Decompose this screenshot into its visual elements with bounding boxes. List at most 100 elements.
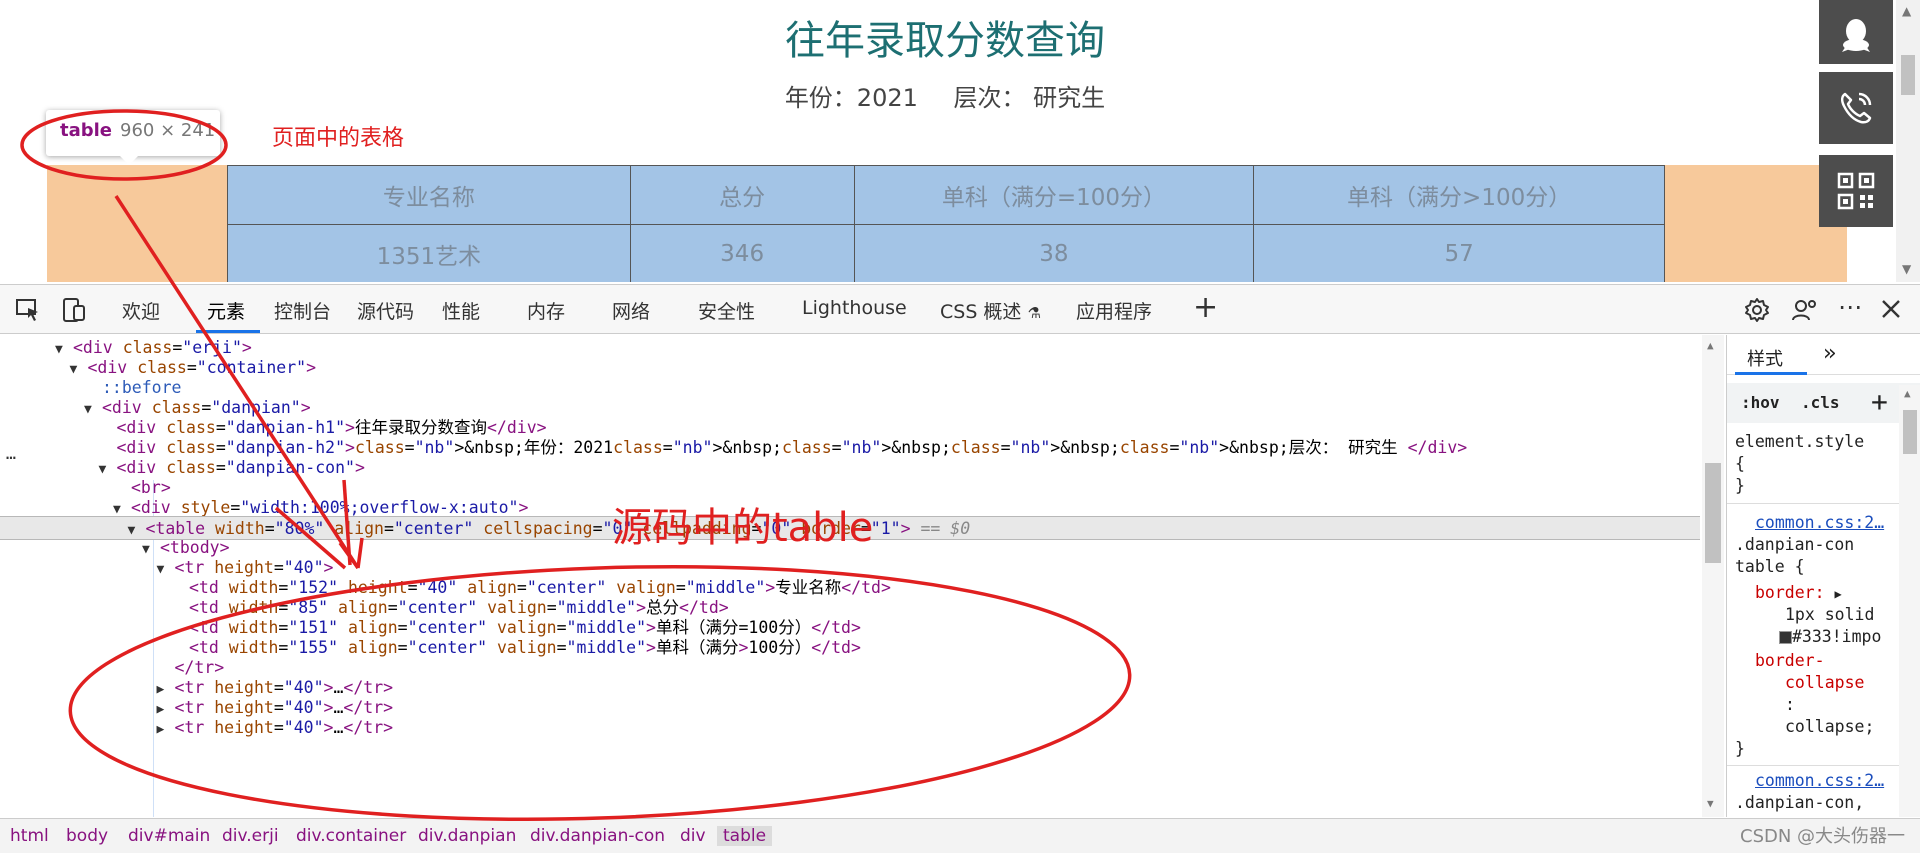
dom-node-markup: <div style="width:100%;overflow-x:auto"> [131,498,529,517]
more-tabs-plus-icon[interactable]: + [1193,290,1218,325]
page-scrollbar-thumb[interactable] [1901,55,1915,95]
level-label: 层次： 研究生 [953,84,1106,112]
dom-node-markup: <td width="155" align="center" valign="m… [189,638,861,657]
elements-scrollbar[interactable]: ▲ ▼ [1702,335,1724,817]
breadcrumb-item[interactable]: body [66,826,108,846]
qrcode-button[interactable] [1819,155,1893,227]
more-options-icon[interactable]: ⋯ [1838,293,1862,321]
breadcrumb-item[interactable]: div [680,826,706,846]
dom-node-markup: <tr height="40">…</tr> [174,698,394,717]
dom-node-markup: <div class="erji"> [73,338,252,357]
phone-icon [1840,92,1872,124]
css-property[interactable]: border- [1755,651,1825,670]
dom-node-markup: <div class="danpian-h1">往年录取分数查询</div> [116,418,547,437]
more-panels-chevron-icon[interactable]: » [1823,341,1836,366]
rule-selector: table { [1735,557,1805,576]
tab-css-overview[interactable]: CSS 概述 ⚗ [940,297,1041,324]
tab-lighthouse[interactable]: Lighthouse [802,297,907,319]
css-value: #333!impo [1779,627,1881,646]
dom-node-markup: <td width="85" align="center" valign="mi… [189,598,729,617]
tab-application[interactable]: 应用程序 [1076,297,1152,324]
element-style-close-brace: } [1735,476,1745,495]
tab-sources[interactable]: 源代码 [357,297,414,324]
flask-icon: ⚗ [1027,304,1041,322]
tab-styles[interactable]: 样式 [1747,345,1783,371]
dom-node[interactable]: ▶ <tr height="40">…</tr> [0,716,1700,740]
styles-tab-indicator [1735,372,1807,375]
annotation-source-table: 源码中的table [612,505,874,551]
dom-node-markup: <div class="container"> [87,358,317,377]
device-emulation-icon[interactable] [60,296,88,324]
dom-node-markup: </tr> [174,658,225,677]
css-value: collapse; [1785,717,1875,736]
tab-security[interactable]: 安全性 [698,297,755,324]
breadcrumb-item-current[interactable]: table [717,826,773,846]
inspect-tooltip: table 960 × 241 [46,110,220,156]
table-cell: 38 [853,224,1255,282]
page-title: 往年录取分数查询 [785,18,1105,64]
breadcrumb-item[interactable]: div.danpian [418,826,516,846]
tab-memory[interactable]: 内存 [527,297,565,324]
styles-filter-bar: :hov .cls + [1727,383,1920,423]
table-cell: 57 [1253,224,1665,282]
expand-triangle-icon[interactable]: ▶ [157,718,175,742]
css-property[interactable]: collapse [1785,673,1864,692]
qq-button[interactable] [1819,0,1893,64]
css-property[interactable]: border: ▶ [1755,583,1842,602]
tab-console[interactable]: 控制台 [274,297,331,324]
styles-scrollbar-thumb[interactable] [1903,410,1917,454]
table-header-cell: 单科（满分>100分） [1253,165,1665,225]
rule-selector: .danpian-con, [1735,793,1865,812]
elements-scrollbar-thumb[interactable] [1705,463,1721,563]
color-swatch[interactable] [1779,631,1792,644]
expand-triangle-icon[interactable]: ▶ [1834,587,1841,601]
score-table: 专业名称 总分 单科（满分=100分） 单科（满分>100分） 1351艺术 3… [227,165,1665,282]
dom-node-markup: <tr height="40">…</tr> [174,718,394,737]
inspect-element-icon[interactable] [14,296,42,324]
devtools-toolbar: 欢迎 元素 控制台 源代码 性能 内存 网络 安全性 Lighthouse CS… [0,284,1920,334]
annotation-page-table: 页面中的表格 [272,126,405,151]
settings-gear-icon[interactable] [1743,296,1771,324]
scroll-down-icon[interactable]: ▼ [1902,262,1911,276]
table-cell: 1351艺术 [227,224,631,282]
breadcrumb-item[interactable]: div#main [128,826,210,846]
breadcrumb-item[interactable]: div.erji [222,826,279,846]
breadcrumb-item[interactable]: div.danpian-con [530,826,665,846]
tab-network[interactable]: 网络 [612,297,650,324]
close-devtools-icon[interactable] [1878,296,1904,322]
watermark: CSDN @大头伤器一 [1740,826,1906,847]
new-rule-plus-icon[interactable]: + [1871,385,1888,418]
scroll-up-icon[interactable]: ▲ [1707,339,1714,352]
table-margin-left-highlight [47,165,227,282]
elements-dom-tree[interactable]: ▼ <div class="erji"> ▼ <div class="containe… [0,335,1724,817]
dom-node-markup: <tr height="40"> [174,558,334,577]
page-scrollbar[interactable]: ▲ ▼ [1896,0,1920,282]
screenshot-stage: 往年录取分数查询 年份：2021 层次： 研究生 专业名称 总分 单科（满分=1… [0,0,1920,853]
rule-source-link[interactable]: common.css:2… [1755,513,1884,532]
node-actions-ellipsis[interactable]: ⋯ [6,448,16,467]
element-style-open-brace: { [1735,454,1745,473]
active-tab-indicator [196,330,260,333]
tab-welcome[interactable]: 欢迎 [122,297,160,324]
tab-performance[interactable]: 性能 [442,297,480,324]
dom-node-markup: <div class="danpian-con"> [116,458,365,477]
hov-toggle[interactable]: :hov [1741,393,1780,412]
dom-node-markup: <td width="151" align="center" valign="m… [189,618,861,637]
table-header-cell: 总分 [629,165,855,225]
feedback-people-icon[interactable] [1791,296,1819,324]
scroll-up-icon[interactable]: ▲ [1904,387,1911,400]
dom-node-markup: <td width="152" height="40" align="cente… [189,578,891,597]
styles-scrollbar[interactable]: ▲ [1899,385,1920,817]
breadcrumb-item[interactable]: html [10,826,49,846]
year-label: 年份：2021 [784,84,918,112]
rule-source-link[interactable]: common.css:2… [1755,771,1884,790]
phone-button[interactable] [1819,72,1893,144]
scroll-down-icon[interactable]: ▼ [1707,797,1714,810]
dom-node-markup: <div class="danpian"> [102,398,311,417]
breadcrumb-item[interactable]: div.container [296,826,406,846]
scroll-up-icon[interactable]: ▲ [1902,4,1911,18]
tooltip-arrow [120,156,138,165]
tab-elements[interactable]: 元素 [207,297,245,324]
breadcrumb: html body div#main div.erji div.containe… [0,818,1920,853]
cls-toggle[interactable]: .cls [1801,393,1840,412]
